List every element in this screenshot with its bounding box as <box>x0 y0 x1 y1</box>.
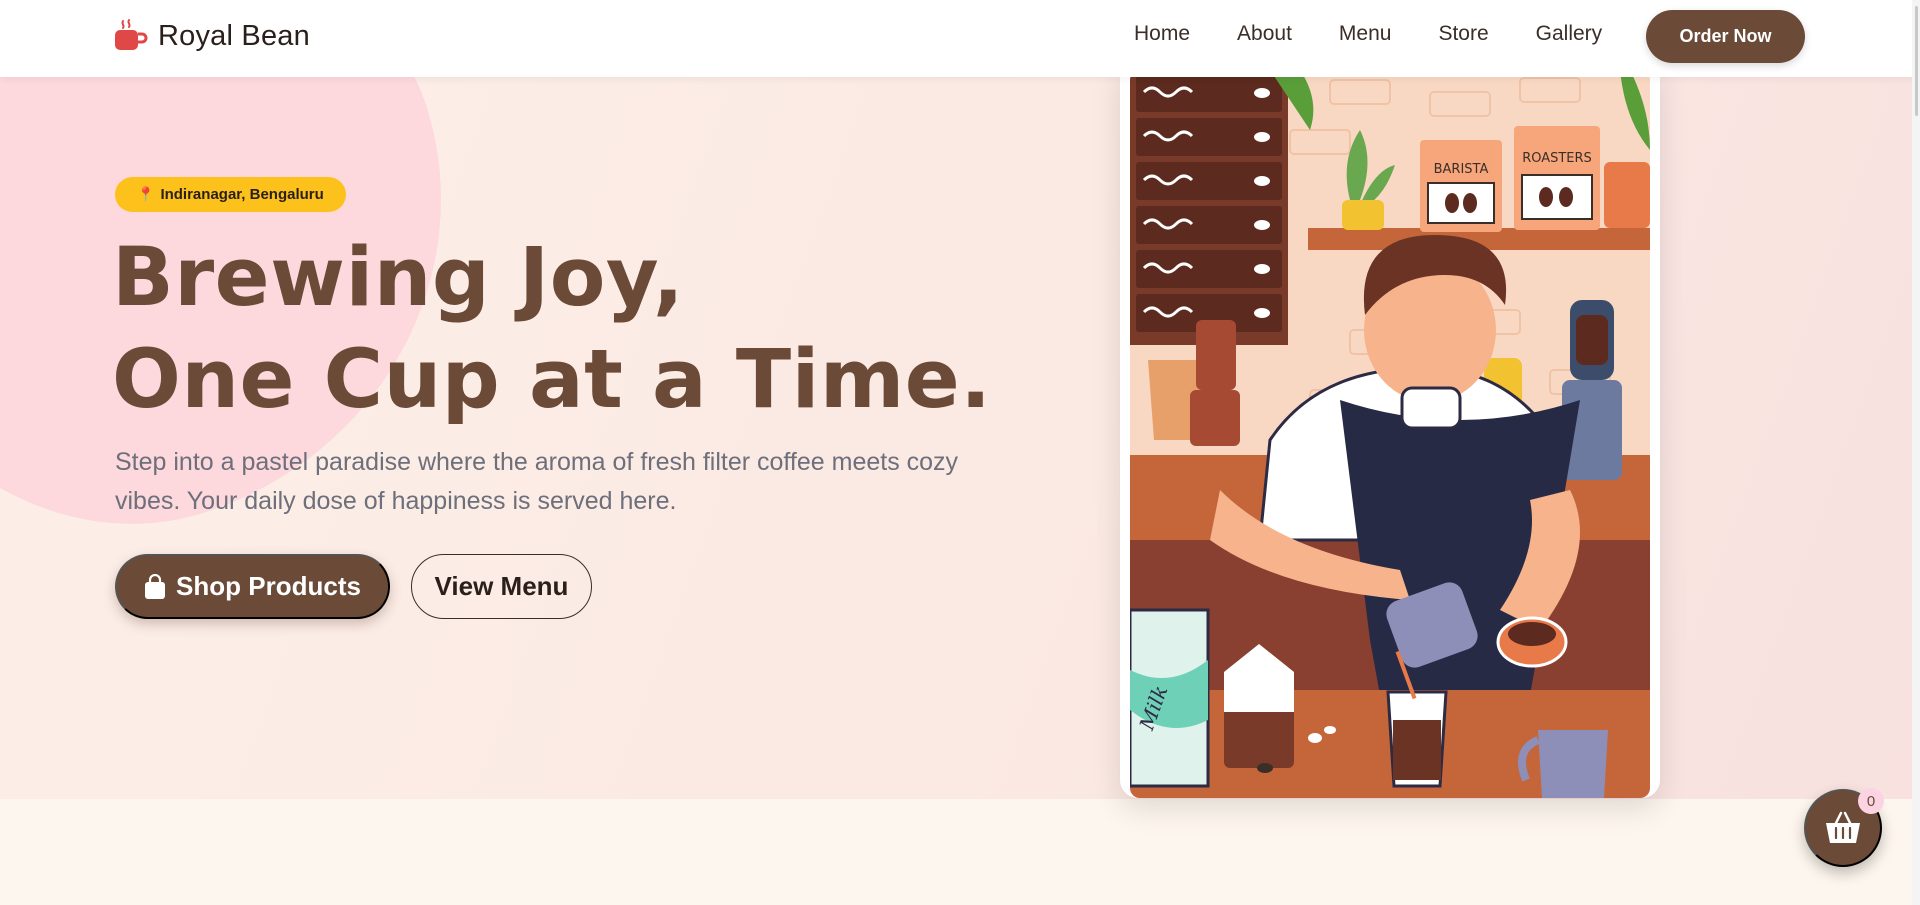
order-now-button[interactable]: Order Now <box>1646 10 1805 63</box>
pin-icon: 📍 <box>137 186 155 203</box>
page-scrollbar[interactable] <box>1912 0 1920 905</box>
location-text: Indiranagar, Bengaluru <box>160 186 324 203</box>
barista-illustration: BARISTA ROASTERS Milk <box>1130 70 1650 798</box>
location-badge: 📍 Indiranagar, Bengaluru <box>115 177 346 212</box>
cart-button[interactable]: 0 <box>1804 788 1884 867</box>
nav-link-menu[interactable]: Menu <box>1339 22 1392 46</box>
nav-link-home[interactable]: Home <box>1134 22 1190 46</box>
nav-link-store[interactable]: Store <box>1438 22 1488 46</box>
scrollbar-thumb[interactable] <box>1915 6 1918 116</box>
headline-line-2: One Cup at a Time. <box>112 333 992 427</box>
nav-links: Home About Menu Store Gallery <box>1134 22 1649 46</box>
hero-subtext: Step into a pastel paradise where the ar… <box>115 448 959 515</box>
cart-count-badge: 0 <box>1858 788 1884 814</box>
nav-link-gallery[interactable]: Gallery <box>1536 22 1603 46</box>
basket-icon <box>1826 811 1860 843</box>
coffee-cup-icon <box>115 19 148 50</box>
view-menu-label: View Menu <box>434 571 569 601</box>
navbar: Royal Bean Home About Menu Store Gallery… <box>0 0 1920 77</box>
brand-logo[interactable]: Royal Bean <box>114 18 310 54</box>
hero-headline: Brewing Joy, One Cup at a Time. <box>112 227 992 431</box>
brand-name: Royal Bean <box>158 19 310 52</box>
barista-illustration-card: BARISTA ROASTERS Milk <box>1120 60 1660 798</box>
bag-label-roasters: ROASTERS <box>1522 151 1592 166</box>
shop-products-button[interactable]: Shop Products <box>115 554 390 619</box>
headline-line-1: Brewing Joy, <box>112 231 685 325</box>
shop-products-label: Shop Products <box>176 571 361 601</box>
view-menu-button[interactable]: View Menu <box>411 554 592 619</box>
bag-label-barista: BARISTA <box>1434 162 1489 177</box>
shopping-bag-icon <box>145 573 166 599</box>
nav-link-about[interactable]: About <box>1237 22 1292 46</box>
next-section <box>0 799 1920 905</box>
